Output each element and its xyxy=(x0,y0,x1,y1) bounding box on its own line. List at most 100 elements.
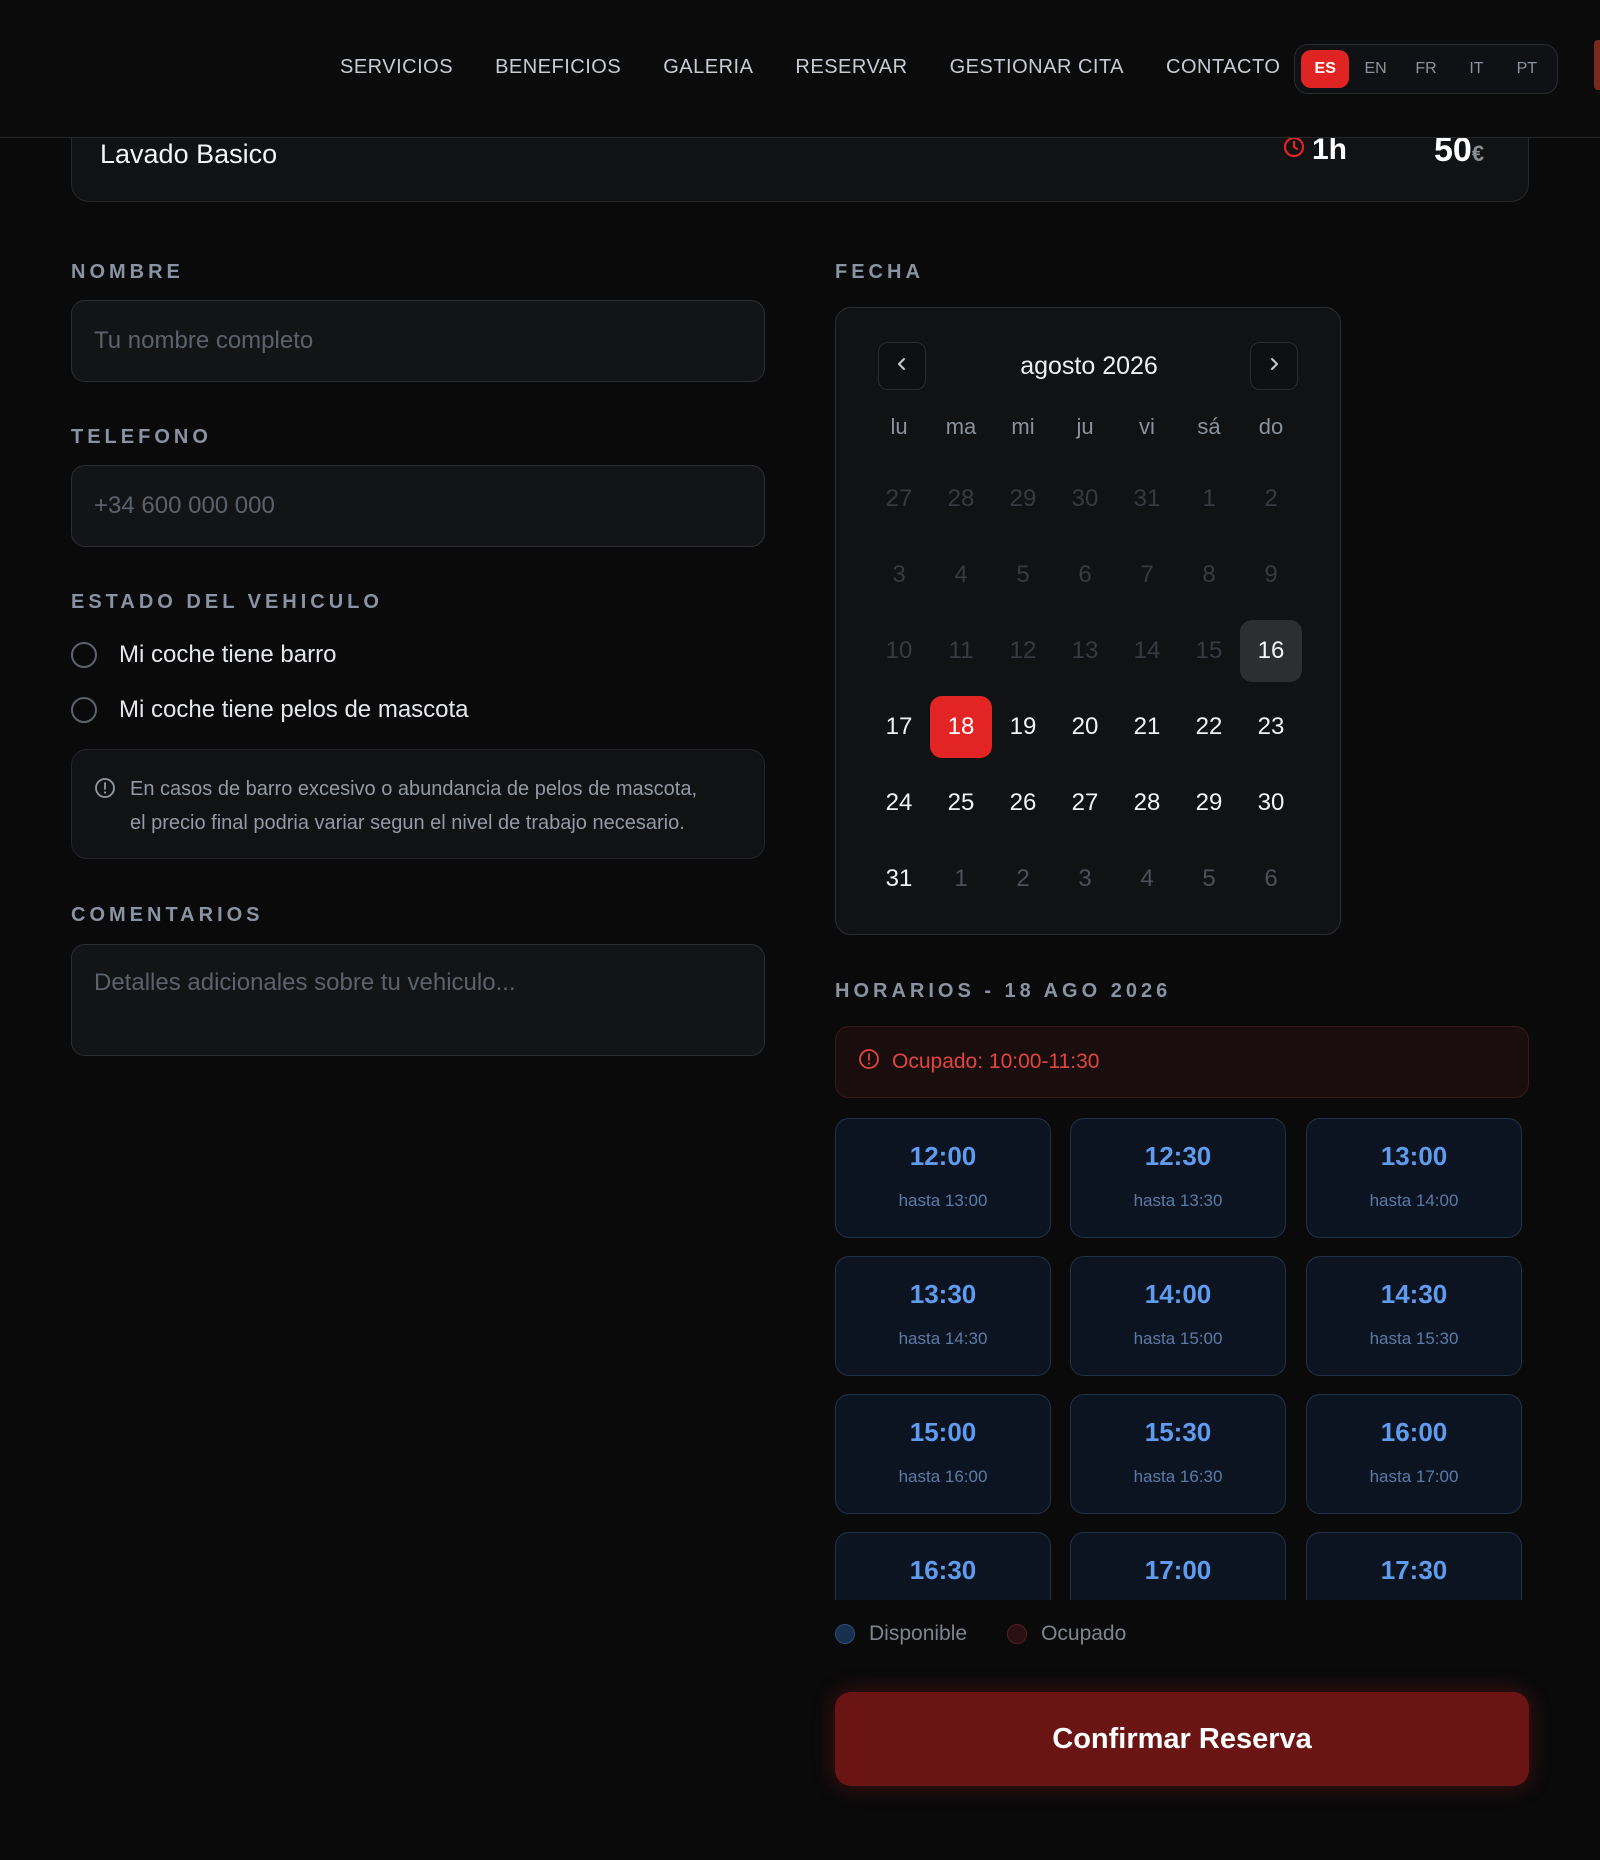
calendar-day: 4 xyxy=(1140,865,1154,892)
calendar-day[interactable]: 28 xyxy=(1116,772,1178,834)
top-nav-bar: SERVICIOS BENEFICIOS GALERIA RESERVAR GE… xyxy=(0,0,1600,138)
legend-busy-label: Ocupado xyxy=(1041,1622,1127,1645)
language-switcher: ES EN FR IT PT xyxy=(1294,44,1558,94)
today-day[interactable]: 16 xyxy=(1240,620,1302,682)
time-slot-button[interactable]: 12:00 hasta 13:00 xyxy=(835,1118,1051,1238)
calendar-day: 5 xyxy=(1202,865,1216,892)
calendar-day[interactable]: 24 xyxy=(868,772,930,834)
calendar-day: 3 xyxy=(1078,865,1092,892)
slot-start-time: 13:30 xyxy=(909,1279,977,1309)
nav-contacto[interactable]: CONTACTO xyxy=(1166,56,1280,79)
lang-fr-button[interactable]: FR xyxy=(1402,50,1450,88)
slot-end-time: hasta 15:30 xyxy=(1369,1329,1459,1348)
checkbox-mud[interactable] xyxy=(71,642,97,668)
lang-it-button[interactable]: IT xyxy=(1452,50,1500,88)
option-mud[interactable]: Mi coche tiene barro xyxy=(71,641,336,669)
calendar-day: 14 xyxy=(1133,637,1161,664)
phone-input[interactable]: +34 600 000 000 xyxy=(71,465,765,547)
calendar-day: 6 xyxy=(1078,561,1092,588)
calendar-day: 4 xyxy=(954,561,968,588)
weekday-header: ma xyxy=(945,414,977,439)
calendar-day: 2 xyxy=(1264,485,1278,512)
time-slot-button[interactable]: 16:00 hasta 17:00 xyxy=(1306,1394,1522,1514)
calendar-day[interactable]: 30 xyxy=(1240,772,1302,834)
time-slot-button[interactable]: 17:00hasta 18:00 xyxy=(1070,1532,1286,1600)
weekday-header: do xyxy=(1258,414,1284,439)
calendar-day[interactable]: 17 xyxy=(868,696,930,758)
alert-icon xyxy=(858,1048,880,1076)
weekday-header: vi xyxy=(1139,414,1155,439)
legend-available-label: Disponible xyxy=(869,1622,968,1645)
calendar-day: 9 xyxy=(1264,561,1278,588)
calendar-day: 11 xyxy=(948,637,974,664)
slot-end-time: hasta 16:00 xyxy=(898,1467,988,1486)
calendar-day[interactable]: 21 xyxy=(1116,696,1178,758)
lang-es-button[interactable]: ES xyxy=(1301,50,1350,88)
calendar-day: 2 xyxy=(1016,865,1030,892)
time-slot-button[interactable]: 16:30hasta 17:30 xyxy=(835,1532,1051,1600)
clock-icon xyxy=(1282,133,1306,167)
time-slot-button[interactable]: 15:30 hasta 16:30 xyxy=(1070,1394,1286,1514)
slot-start-time: 12:30 xyxy=(1144,1141,1212,1171)
confirm-booking-button[interactable]: Confirmar Reserva xyxy=(835,1692,1529,1786)
legend-busy: Ocupado xyxy=(1007,1622,1126,1646)
notice-line-2: el precio final podria variar segun el n… xyxy=(130,812,685,834)
slot-start-time: 14:00 xyxy=(1144,1279,1212,1309)
calendar-day: 13 xyxy=(1071,637,1099,664)
time-slot-button[interactable]: 14:30 hasta 15:30 xyxy=(1306,1256,1522,1376)
info-icon xyxy=(94,776,116,810)
nav-reservar[interactable]: RESERVAR xyxy=(795,56,907,79)
busy-prefix: Ocupado: xyxy=(892,1050,984,1073)
busy-dot-icon xyxy=(1007,1624,1028,1644)
calendar-day[interactable]: 20 xyxy=(1054,696,1116,758)
time-slot-button[interactable]: 14:00 hasta 15:00 xyxy=(1070,1256,1286,1376)
calendar-day[interactable]: 31 xyxy=(868,848,930,910)
slot-start-time: 13:00 xyxy=(1380,1141,1448,1171)
next-month-button[interactable] xyxy=(1250,342,1298,390)
lang-pt-button[interactable]: PT xyxy=(1503,50,1551,88)
lang-en-button[interactable]: EN xyxy=(1351,50,1399,88)
time-slot-button[interactable]: 13:30 hasta 14:30 xyxy=(835,1256,1051,1376)
main-nav: SERVICIOS BENEFICIOS GALERIA RESERVAR GE… xyxy=(340,56,1322,79)
slot-start-time: 16:30 xyxy=(909,1555,977,1585)
calendar-day[interactable]: 19 xyxy=(992,696,1054,758)
calendar-day: 3 xyxy=(892,561,906,588)
nav-gestionar-cita[interactable]: GESTIONAR CITA xyxy=(950,56,1124,79)
slot-start-time: 17:00 xyxy=(1144,1555,1212,1585)
calendar-day: 30 xyxy=(1071,485,1099,512)
date-picker: agosto 2026 lu ma mi ju vi sá do 27 28 29 30 31 1 2 3 4… xyxy=(835,307,1341,935)
nav-servicios[interactable]: SERVICIOS xyxy=(340,56,453,79)
calendar-day[interactable]: 25 xyxy=(930,772,992,834)
selected-day[interactable]: 18 xyxy=(930,696,992,758)
slot-end-time: hasta 14:00 xyxy=(1369,1191,1459,1210)
nav-beneficios[interactable]: BENEFICIOS xyxy=(495,56,621,79)
calendar-day[interactable]: 27 xyxy=(1054,772,1116,834)
time-slot-button[interactable]: 13:00 hasta 14:00 xyxy=(1306,1118,1522,1238)
slot-end-time: hasta 15:00 xyxy=(1133,1329,1223,1348)
calendar-day[interactable]: 29 xyxy=(1178,772,1240,834)
time-slot-button[interactable]: 12:30 hasta 13:30 xyxy=(1070,1118,1286,1238)
price-currency: € xyxy=(1471,141,1485,166)
schedule-label: HORARIOS - 18 AGO 2026 xyxy=(835,980,1172,1002)
time-slot-button[interactable]: 17:30hasta 18:30 xyxy=(1306,1532,1522,1600)
date-label: FECHA xyxy=(835,261,924,283)
calendar-day[interactable]: 22 xyxy=(1178,696,1240,758)
time-slot-button[interactable]: 15:00 hasta 16:00 xyxy=(835,1394,1051,1514)
slot-start-time: 16:00 xyxy=(1380,1417,1448,1447)
calendar-day[interactable]: 23 xyxy=(1240,696,1302,758)
name-input[interactable]: Tu nombre completo xyxy=(71,300,765,382)
notice-line-1: En casos de barro excesivo o abundancia … xyxy=(130,778,698,800)
calendar-day[interactable]: 26 xyxy=(992,772,1054,834)
option-mud-label: Mi coche tiene barro xyxy=(119,641,337,668)
comments-textarea[interactable]: Detalles adicionales sobre tu vehiculo..… xyxy=(71,944,765,1056)
slot-end-time: hasta 13:30 xyxy=(1133,1191,1223,1210)
calendar-day: 1 xyxy=(1202,485,1216,512)
calendar-day: 31 xyxy=(1133,485,1161,512)
available-dot-icon xyxy=(835,1624,855,1644)
option-pets[interactable]: Mi coche tiene pelos de mascota xyxy=(71,696,469,724)
slot-start-time: 15:00 xyxy=(909,1417,977,1447)
comments-label: COMENTARIOS xyxy=(71,904,264,926)
calendar-day: 15 xyxy=(1195,637,1223,664)
checkbox-pets[interactable] xyxy=(71,697,97,723)
nav-galeria[interactable]: GALERIA xyxy=(663,56,753,79)
